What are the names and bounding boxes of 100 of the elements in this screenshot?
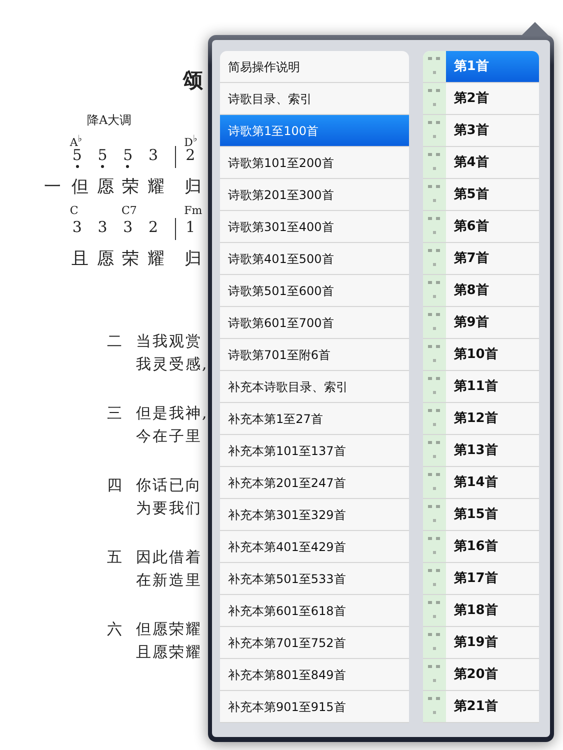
lyric-line: 我灵受感, bbox=[136, 354, 208, 375]
category-item[interactable]: 诗歌第101至200首 bbox=[220, 147, 409, 179]
verse-number: 六 bbox=[107, 619, 124, 640]
hymn-item[interactable]: 第5首 bbox=[446, 179, 539, 210]
page-thumbnail-icon bbox=[422, 243, 446, 274]
lyric-line: 当我观赏 bbox=[136, 331, 203, 352]
note-number: 2 bbox=[186, 146, 196, 164]
note-number: 3 bbox=[148, 146, 158, 164]
page-thumbnail-icon bbox=[422, 659, 446, 690]
category-item[interactable]: 补充本第301至329首 bbox=[220, 499, 409, 531]
key-signature: 降A大调 bbox=[87, 112, 133, 128]
page-thumbnail-icon bbox=[422, 691, 446, 722]
hymn-item[interactable]: 第21首 bbox=[446, 691, 539, 722]
hymn-item[interactable]: 第18首 bbox=[446, 595, 539, 626]
note-number: 3 bbox=[72, 218, 82, 236]
category-item[interactable]: 补充本第201至247首 bbox=[220, 467, 409, 499]
page-thumbnail-icon bbox=[422, 147, 446, 178]
hymn-item[interactable]: 第8首 bbox=[446, 275, 539, 306]
bar-line bbox=[174, 218, 176, 240]
page-thumbnail-icon bbox=[422, 51, 446, 82]
page-thumbnail-icon bbox=[422, 339, 446, 370]
page-thumbnail-icon bbox=[422, 499, 446, 530]
page-thumbnail-icon bbox=[422, 83, 446, 114]
category-item[interactable]: 诗歌第701至附6首 bbox=[220, 339, 409, 371]
category-item[interactable]: 诗歌第501至600首 bbox=[220, 275, 409, 307]
category-item[interactable]: 诗歌第601至700首 bbox=[220, 307, 409, 339]
page-thumbnail-icon bbox=[422, 179, 446, 210]
hymn-item[interactable]: 第20首 bbox=[446, 659, 539, 690]
bar-line bbox=[174, 146, 176, 168]
lyric-line: 因此借着 bbox=[136, 547, 202, 568]
hymn-item[interactable]: 第12首 bbox=[446, 403, 539, 434]
category-item[interactable]: 补充本第701至752首 bbox=[220, 627, 409, 659]
category-item[interactable]: 补充本第1至27首 bbox=[220, 403, 409, 435]
note-number: 3 bbox=[98, 218, 108, 236]
hymn-item[interactable]: 第13首 bbox=[446, 435, 539, 466]
lyric-line: 在新造里 bbox=[136, 570, 202, 591]
category-item[interactable]: 补充本第101至137首 bbox=[220, 435, 409, 467]
chord-symbol: C bbox=[70, 204, 78, 217]
note-number: 5 bbox=[98, 146, 108, 168]
category-item[interactable]: 补充本第601至618首 bbox=[220, 595, 409, 627]
hymn-item[interactable]: 第15首 bbox=[446, 499, 539, 530]
page-thumbnail-icon bbox=[422, 211, 446, 242]
page-thumbnail-icon bbox=[422, 595, 446, 626]
page-thumbnail-icon bbox=[422, 531, 446, 562]
hymn-item[interactable]: 第1首 bbox=[446, 51, 539, 82]
category-item[interactable]: 简易操作说明 bbox=[220, 51, 409, 83]
hymn-item[interactable]: 第19首 bbox=[446, 627, 539, 658]
hymn-item[interactable]: 第11首 bbox=[446, 371, 539, 402]
page-thumbnail-icon bbox=[422, 275, 446, 306]
lyric-character: 归 bbox=[184, 177, 202, 197]
lyric-line: 今在子里 bbox=[136, 426, 203, 447]
page-thumbnail-icon bbox=[422, 627, 446, 658]
lyric-character: 归 bbox=[184, 249, 202, 269]
hymn-item[interactable]: 第10首 bbox=[446, 339, 539, 370]
category-item[interactable]: 补充本诗歌目录、索引 bbox=[220, 371, 409, 403]
category-item[interactable]: 补充本第901至915首 bbox=[220, 691, 409, 723]
lyric-line: 但是我神, bbox=[136, 403, 208, 424]
note-number: 1 bbox=[186, 218, 196, 236]
page-thumbnail-icon bbox=[422, 115, 446, 146]
note-number: 2 bbox=[148, 218, 158, 236]
category-item[interactable]: 补充本第801至849首 bbox=[220, 659, 409, 691]
chord-symbol: Fm bbox=[184, 204, 202, 217]
lyric-character: 愿 bbox=[96, 249, 114, 269]
verse-number: 三 bbox=[107, 403, 124, 424]
hymn-item[interactable]: 第9首 bbox=[446, 307, 539, 338]
hymn-item[interactable]: 第17首 bbox=[446, 563, 539, 594]
lyric-character: 耀 bbox=[146, 249, 164, 269]
hymn-item[interactable]: 第3首 bbox=[446, 115, 539, 146]
category-item[interactable]: 诗歌第1至100首 bbox=[220, 115, 409, 147]
note-number: 5 bbox=[123, 146, 133, 168]
hymn-item[interactable]: 第16首 bbox=[446, 531, 539, 562]
hymn-item[interactable]: 第4首 bbox=[446, 147, 539, 178]
popover-arrow bbox=[521, 22, 549, 36]
lyric-line: 你话已向 bbox=[136, 475, 202, 496]
page-thumbnail-icon bbox=[422, 307, 446, 338]
chord-symbol: C7 bbox=[121, 204, 137, 217]
category-item[interactable]: 补充本第501至533首 bbox=[220, 563, 409, 595]
verse-number: 四 bbox=[107, 475, 124, 496]
verse-number: 五 bbox=[107, 547, 124, 568]
category-item[interactable]: 补充本第401至429首 bbox=[220, 531, 409, 563]
lyric-line: 为要我们 bbox=[136, 498, 202, 519]
hymn-title: 颂 bbox=[183, 67, 204, 94]
hymn-item[interactable]: 第6首 bbox=[446, 211, 539, 242]
category-item[interactable]: 诗歌第201至300首 bbox=[220, 179, 409, 211]
lyric-character: 荣 bbox=[121, 177, 140, 197]
page-thumbnail-icon bbox=[422, 467, 446, 498]
page-thumbnail-icon bbox=[422, 371, 446, 402]
lyric-character: 但 bbox=[70, 177, 88, 197]
hymn-item[interactable]: 第7首 bbox=[446, 243, 539, 274]
lyric-character: 愿 bbox=[96, 177, 114, 197]
lyric-character: 荣 bbox=[121, 249, 140, 269]
category-item[interactable]: 诗歌第401至500首 bbox=[220, 243, 409, 275]
hymn-item[interactable]: 第14首 bbox=[446, 467, 539, 498]
lyric-character: 且 bbox=[70, 249, 88, 269]
note-number: 5 bbox=[72, 146, 82, 168]
hymn-item[interactable]: 第2首 bbox=[446, 83, 539, 114]
lyric-character: 耀 bbox=[146, 177, 164, 197]
chord-symbol: A$^{♭}$ bbox=[70, 136, 82, 149]
category-item[interactable]: 诗歌第301至400首 bbox=[220, 211, 409, 243]
chord-symbol: D$^{♭}$ bbox=[184, 136, 198, 149]
